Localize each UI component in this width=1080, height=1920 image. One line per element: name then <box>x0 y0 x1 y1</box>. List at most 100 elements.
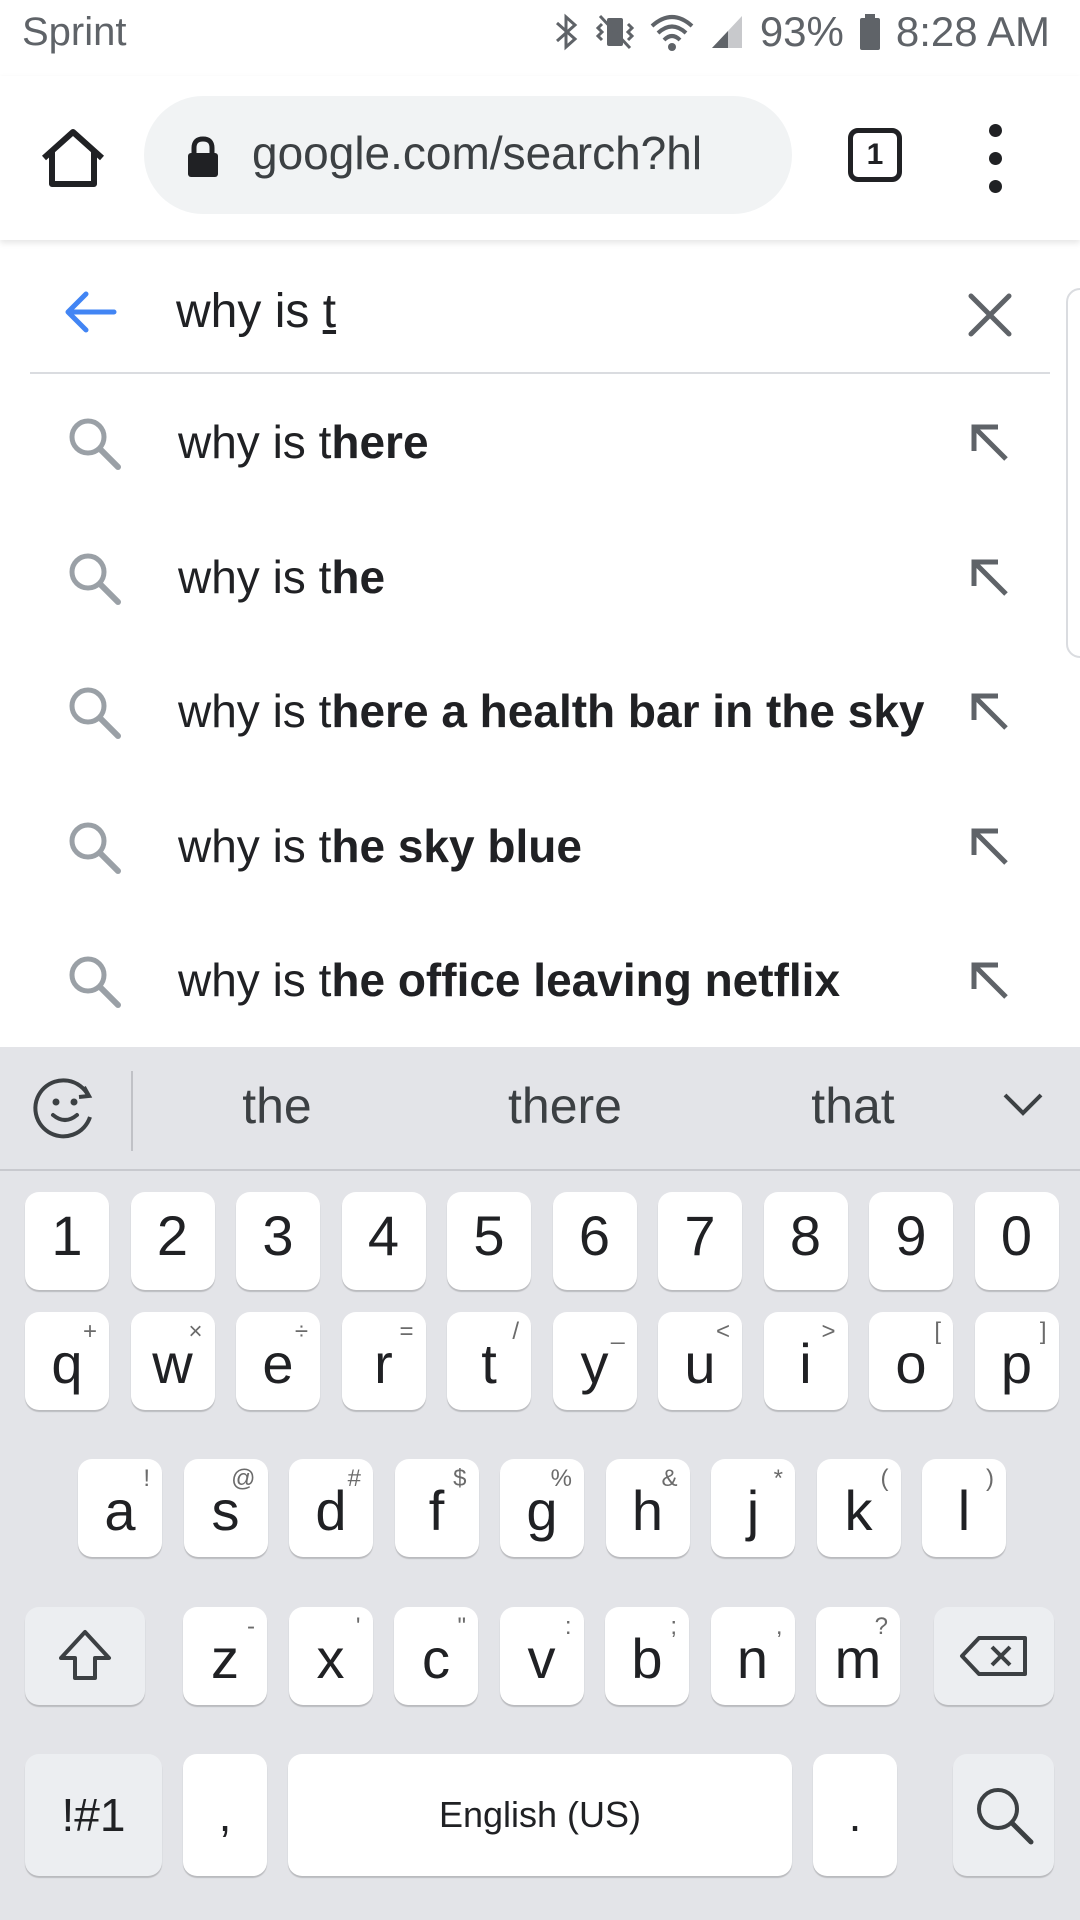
key-label: p <box>1000 1332 1033 1395</box>
key-9[interactable]: 9 <box>869 1192 953 1290</box>
clock: 8:28 AM <box>895 8 1050 55</box>
home-button[interactable] <box>36 126 110 190</box>
key-label: k <box>844 1479 873 1542</box>
key-label: n <box>736 1627 769 1690</box>
search-key[interactable] <box>953 1754 1054 1876</box>
key-7[interactable]: 7 <box>658 1192 742 1290</box>
fill-query-button[interactable] <box>968 556 1012 600</box>
fill-query-button[interactable] <box>968 825 1012 869</box>
key-g[interactable]: % g <box>500 1459 584 1557</box>
key-label: 0 <box>1000 1204 1033 1267</box>
suggestion-item[interactable]: why is the sky blue <box>0 779 1080 913</box>
arrow-up-left-icon <box>971 693 1008 730</box>
key-label: . <box>848 1789 862 1841</box>
prediction-2[interactable]: there <box>465 1077 665 1135</box>
suggestion-typed: why is t <box>178 685 332 737</box>
key-y[interactable]: _ y <box>552 1312 637 1410</box>
composing-text: t <box>322 285 337 338</box>
key-t[interactable]: / t <box>447 1312 531 1410</box>
query-text: why is <box>176 285 323 338</box>
key-w[interactable]: × w <box>130 1312 215 1410</box>
key-4[interactable]: 4 <box>341 1192 426 1290</box>
key-1[interactable]: 1 <box>25 1192 109 1290</box>
arrow-up-left-icon <box>971 559 1008 596</box>
search-icon <box>69 418 121 470</box>
search-icon <box>69 553 121 605</box>
key-p[interactable]: ] p <box>974 1312 1059 1410</box>
key-label: 2 <box>156 1204 189 1267</box>
key-6[interactable]: 6 <box>552 1192 637 1290</box>
key-x[interactable]: ' x <box>288 1607 373 1705</box>
search-box[interactable]: why is t <box>30 252 1050 374</box>
key-o[interactable]: [o <box>869 1312 953 1410</box>
key-i[interactable]: > i <box>763 1312 848 1410</box>
prediction-1[interactable]: the <box>177 1077 377 1135</box>
key-period[interactable]: . <box>813 1754 897 1876</box>
key-e[interactable]: ÷ e <box>236 1312 320 1410</box>
suggestion-item[interactable]: why is there a health bar in the sky <box>0 644 1080 778</box>
overflow-menu-button[interactable] <box>980 120 1010 196</box>
signal-icon <box>711 16 742 48</box>
backspace-key[interactable] <box>934 1607 1054 1705</box>
suggestion-item[interactable]: why is the office leaving netflix <box>0 913 1080 1045</box>
search-input[interactable]: why is t <box>176 284 336 339</box>
key-label: , <box>218 1789 232 1841</box>
key-label: !#1 <box>61 1789 126 1841</box>
suggestion-typed: why is t <box>178 416 332 468</box>
wifi-icon <box>650 15 694 51</box>
key-v[interactable]: :v <box>499 1607 584 1705</box>
key-b[interactable]: ; b <box>605 1607 689 1705</box>
suggestion-item[interactable]: why is the <box>0 510 1080 644</box>
key-2[interactable]: 2 <box>130 1192 215 1290</box>
key-comma[interactable]: , <box>183 1754 267 1876</box>
vibrate-icon <box>595 14 634 50</box>
key-m[interactable]: ? m <box>816 1607 900 1705</box>
emoji-button[interactable] <box>32 1075 98 1141</box>
key-label: s <box>211 1479 240 1542</box>
battery-percent: 93% <box>759 8 844 55</box>
suggestion-text: why is there a health bar in the sky <box>178 684 924 738</box>
fill-query-button[interactable] <box>968 421 1012 465</box>
fill-query-button[interactable] <box>968 690 1012 734</box>
chevron-down-icon[interactable] <box>1002 1091 1044 1119</box>
carrier-name: Sprint <box>22 10 127 54</box>
key-a[interactable]: ! a <box>78 1459 162 1557</box>
suggestion-completion: he <box>331 550 386 603</box>
address-bar[interactable]: google.com/search?hl <box>144 96 792 214</box>
backspace-icon <box>960 1636 1027 1676</box>
key-8[interactable]: 8 <box>763 1192 848 1290</box>
clear-button[interactable] <box>965 290 1015 340</box>
key-label: q <box>51 1332 83 1395</box>
key-c[interactable]: " c <box>394 1607 478 1705</box>
key-h[interactable]: & h <box>605 1459 690 1557</box>
keyboard-suggestion-strip: the there that <box>0 1047 1080 1171</box>
key-n[interactable]: ,n <box>710 1607 795 1705</box>
shift-key[interactable] <box>25 1607 145 1705</box>
key-3[interactable]: 3 <box>236 1192 320 1290</box>
key-j[interactable]: * j <box>711 1459 795 1557</box>
keyboard: the there that 1 2 3 4 5 6 7 8 9 0 + q × w ÷ e = r / t _ y < u >… <box>0 1047 1080 1920</box>
key-q[interactable]: + q <box>25 1312 109 1410</box>
fill-query-button[interactable] <box>968 959 1012 1003</box>
key-d[interactable]: # d <box>289 1459 373 1557</box>
strip-divider <box>131 1071 133 1151</box>
space-key[interactable]: English (US) <box>288 1754 792 1876</box>
key-f[interactable]: $ f <box>394 1459 479 1557</box>
key-k[interactable]: (k <box>816 1459 901 1557</box>
key-s[interactable]: @ s <box>183 1459 268 1557</box>
key-u[interactable]: < u <box>658 1312 742 1410</box>
suggestion-typed: why is t <box>178 954 332 1006</box>
key-label: j <box>746 1479 760 1542</box>
key-5[interactable]: 5 <box>447 1192 531 1290</box>
key-z[interactable]: -z <box>183 1607 267 1705</box>
key-0[interactable]: 0 <box>974 1192 1059 1290</box>
tab-switcher-button[interactable]: 1 <box>848 128 902 182</box>
symbols-key[interactable]: !#1 <box>25 1754 162 1876</box>
suggestion-text: why is the sky blue <box>178 819 582 873</box>
search-icon <box>69 956 121 1008</box>
key-l[interactable]: ) l <box>922 1459 1006 1557</box>
prediction-3[interactable]: that <box>753 1077 953 1135</box>
suggestion-item[interactable]: why is there <box>0 375 1080 509</box>
key-r[interactable]: = r <box>341 1312 426 1410</box>
back-button[interactable] <box>60 286 120 338</box>
